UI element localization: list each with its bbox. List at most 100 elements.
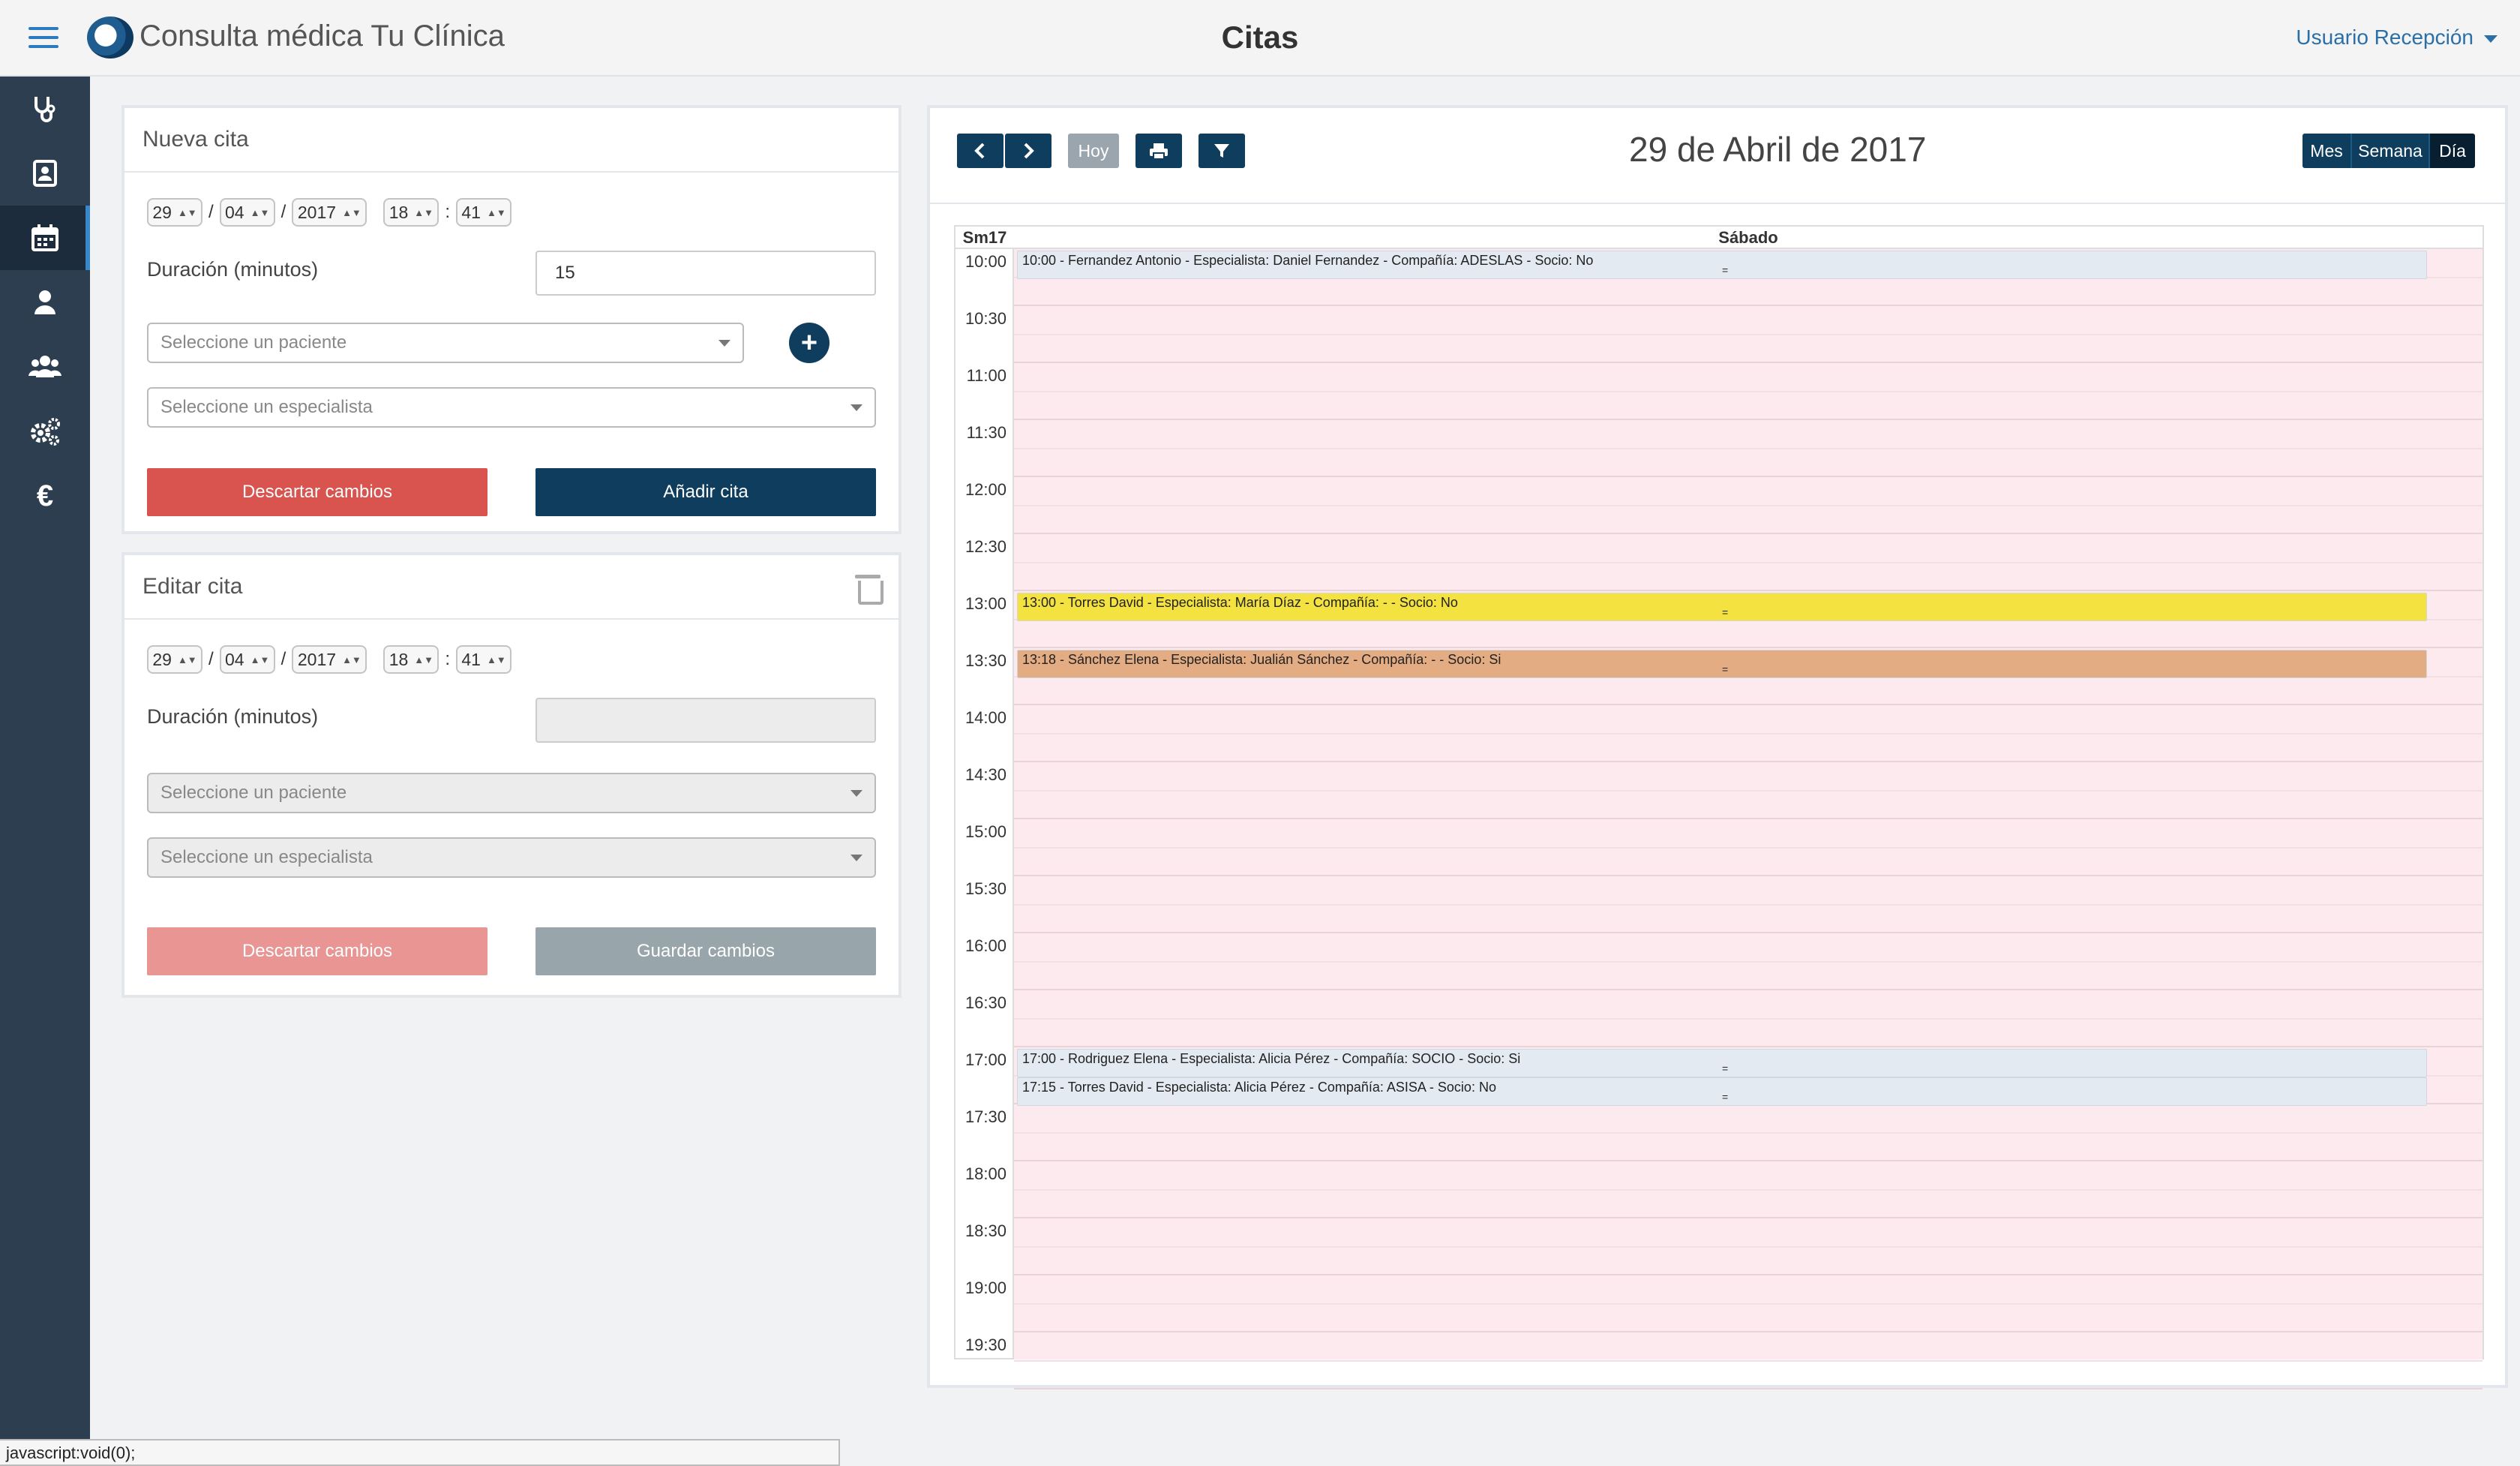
minute-value: 41 [461,649,481,669]
hour-value: 18 [388,202,409,222]
slot-divider [1014,1160,2482,1161]
appointment-event[interactable]: 17:00 - Rodriguez Elena - Especialista: … [1017,1049,2427,1077]
resize-handle-icon[interactable]: = [1722,1063,1728,1074]
day-spinner[interactable]: 29 ▲▼ [147,198,202,227]
time-slot-label: 17:30 [964,1107,1006,1126]
filter-button[interactable] [1198,134,1245,168]
new-appointment-header: Nueva cita [124,108,898,173]
patient-select[interactable]: Seleccione un paciente [147,773,876,813]
sidebar-item-usuarios[interactable] [0,335,90,399]
slot-divider [1014,448,2482,449]
edit-appointment-datetime: 29 ▲▼ / 04 ▲▼ / 2017 ▲▼ 18 ▲▼ : 41 ▲▼ [147,645,512,674]
specialist-select[interactable]: Seleccione un especialista [147,837,876,878]
time-slot-label: 19:30 [964,1335,1006,1354]
edit-appointment-header: Editar cita [124,555,898,620]
spinner-arrows-icon: ▲▼ [250,653,270,665]
minute-spinner[interactable]: 41 ▲▼ [456,645,512,674]
dropdown-arrow-icon [718,339,730,347]
slot-divider [1014,305,2482,306]
day-spinner[interactable]: 29 ▲▼ [147,645,202,674]
appointment-event[interactable]: 13:18 - Sánchez Elena - Especialista: Ju… [1017,650,2427,678]
next-button[interactable] [1005,134,1052,168]
minute-spinner[interactable]: 41 ▲▼ [456,198,512,227]
month-spinner[interactable]: 04 ▲▼ [219,198,275,227]
resize-handle-icon[interactable]: = [1722,664,1728,674]
chevron-right-icon [1024,143,1034,159]
resize-handle-icon[interactable]: = [1722,265,1728,275]
slot-divider [1014,590,2482,591]
add-appointment-button[interactable]: Añadir cita [536,468,876,516]
view-month-button[interactable]: Mes [2302,134,2352,168]
slot-divider [1014,932,2482,933]
time-slot-label: 10:30 [964,309,1006,328]
sidebar-item-facturacion[interactable]: € [0,464,90,528]
today-button[interactable]: Hoy [1068,134,1119,168]
slot-divider [1014,1132,2482,1134]
resize-handle-icon[interactable]: = [1722,607,1728,617]
hamburger-menu-icon[interactable] [28,27,58,50]
date-separator: / [280,649,286,669]
top-bar: Consulta médica Tu Clínica Citas Usuario… [0,0,2520,77]
year-spinner[interactable]: 2017 ▲▼ [292,198,368,227]
sidebar: € [0,77,90,1466]
sidebar-item-citas[interactable] [0,206,90,270]
hour-spinner[interactable]: 18 ▲▼ [383,645,440,674]
slot-divider [1014,704,2482,705]
calendar-date-title: 29 de Abril de 2017 [1629,130,1927,169]
spinner-arrows-icon: ▲▼ [177,206,197,218]
save-changes-button[interactable]: Guardar cambios [536,927,876,975]
duration-input[interactable] [536,698,876,743]
trash-icon[interactable] [855,572,884,605]
edit-appointment-panel: Editar cita 29 ▲▼ / 04 ▲▼ / 2017 ▲▼ 18 ▲▼ : … [122,552,902,998]
appointment-event[interactable]: 17:15 - Torres David - Especialista: Ali… [1017,1077,2427,1106]
print-button[interactable] [1136,134,1182,168]
appointment-event-text: 17:15 - Torres David - Especialista: Ali… [1022,1080,1496,1095]
appointment-event[interactable]: 10:00 - Fernandez Antonio - Especialista… [1017,251,2427,279]
time-slot-label: 16:30 [964,993,1006,1012]
user-menu[interactable]: Usuario Recepción [2296,26,2498,50]
clinic-logo [87,17,134,59]
specialist-select-placeholder: Seleccione un especialista [160,397,373,417]
sidebar-item-usuario[interactable] [0,270,90,335]
time-column: 10:00 10:30 11:00 11:30 12:00 12:30 13:00 13:30… [956,249,1014,1359]
time-slot-label: 15:00 [964,822,1006,841]
slot-divider [1014,733,2482,735]
slot-divider [1014,904,2482,906]
discard-changes-button[interactable]: Descartar cambios [147,468,488,516]
duration-input[interactable]: 15 [536,251,876,296]
discard-changes-button[interactable]: Descartar cambios [147,927,488,975]
calendar-icon [32,224,58,251]
hour-spinner[interactable]: 18 ▲▼ [383,198,440,227]
spinner-arrows-icon: ▲▼ [486,653,506,665]
patient-select[interactable]: Seleccione un paciente [147,323,744,363]
prev-button[interactable] [957,134,1004,168]
day-column[interactable]: 10:00 - Fernandez Antonio - Especialista… [1014,249,2482,1389]
sidebar-item-pacientes[interactable] [0,141,90,206]
add-patient-button[interactable]: + [789,323,830,363]
view-day-button[interactable]: Día [2430,134,2475,168]
time-slot-label: 18:30 [964,1221,1006,1240]
time-slot-label: 10:00 [964,252,1006,271]
appointment-event[interactable]: 13:00 - Torres David - Especialista: Mar… [1017,593,2427,621]
calendar-day-grid: Sm17 Sábado 10:00 10:30 11:00 11:30 12:00 12:… [954,225,2484,1389]
sidebar-item-consultas[interactable] [0,77,90,141]
slot-divider [1014,362,2482,363]
sidebar-item-configuracion[interactable] [0,399,90,464]
month-spinner[interactable]: 04 ▲▼ [219,645,275,674]
resize-handle-icon[interactable]: = [1722,1092,1728,1102]
appointment-event-text: 10:00 - Fernandez Antonio - Especialista… [1022,253,1594,268]
slot-divider [1014,818,2482,819]
slot-divider [1014,1360,2482,1362]
contact-card-icon [33,160,57,187]
view-week-button[interactable]: Semana [2352,134,2430,168]
specialist-select[interactable]: Seleccione un especialista [147,387,876,428]
year-spinner[interactable]: 2017 ▲▼ [292,645,368,674]
time-slot-label: 12:30 [964,537,1006,556]
print-icon [1150,143,1168,160]
slot-divider [1014,1303,2482,1305]
user-icon [34,290,56,314]
slot-divider [1014,647,2482,648]
slot-divider [1014,1217,2482,1218]
hour-value: 18 [388,649,409,669]
users-icon [28,356,62,377]
